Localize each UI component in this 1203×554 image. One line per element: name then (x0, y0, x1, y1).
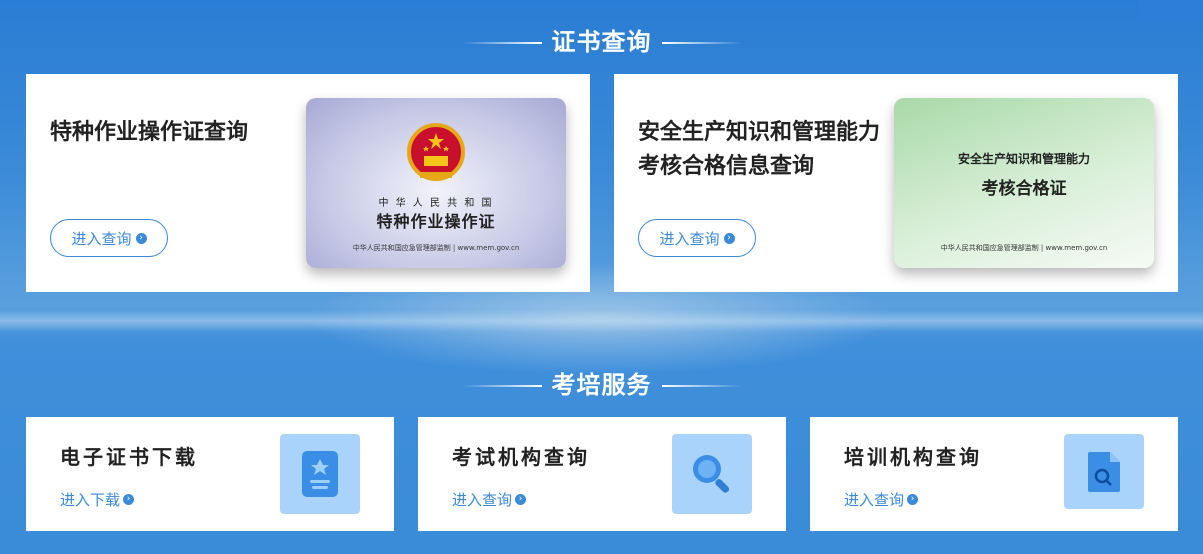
title-divider-right (661, 42, 742, 44)
certificate-image-green: 安全生产知识和管理能力 考核合格证 中华人民共和国应急管理部监制 | www.m… (894, 98, 1154, 268)
button-label: 进入查询 (71, 229, 132, 248)
link-label: 进入下载 (60, 491, 121, 509)
exam-institution-query-card[interactable]: 考试机构查询 进入查询 › (418, 417, 786, 531)
e-certificate-download-card[interactable]: 电子证书下载 进入下载 › (26, 417, 394, 531)
title-divider-left (461, 42, 542, 44)
certificate-footer: 中华人民共和国应急管理部监制 | www.mem.gov.cn (352, 244, 520, 252)
document-search-icon (1064, 434, 1144, 509)
certificate-header: 安全生产知识和管理能力 (957, 152, 1090, 166)
title-divider-left (461, 385, 542, 387)
certificate-header: 中 华 人 民 共 和 国 (378, 198, 494, 209)
card-title-line1: 安全生产知识和管理能力 (638, 120, 881, 145)
arrow-right-icon: › (123, 494, 135, 505)
button-label: 进入查询 (659, 229, 720, 248)
enter-query-link[interactable]: 进入查询 › (452, 489, 527, 510)
arrow-right-icon: › (723, 232, 735, 244)
enter-query-link[interactable]: 进入查询 › (844, 489, 919, 510)
link-label: 进入查询 (844, 491, 905, 509)
training-institution-query-card[interactable]: 培训机构查询 进入查询 › (810, 417, 1178, 531)
section-title-training-service: 考培服务 (0, 365, 1203, 400)
section-title-text: 考培服务 (551, 371, 652, 399)
certificate-name: 特种作业操作证 (376, 212, 496, 231)
link-label: 进入查询 (452, 491, 513, 509)
enter-query-button[interactable]: 进入查询 › (638, 219, 756, 257)
certificate-image-blue: 中 华 人 民 共 和 国 特种作业操作证 中华人民共和国应急管理部监制 | w… (306, 98, 566, 268)
top-corner-tab[interactable] (1138, 0, 1203, 22)
section-title-certificate-query: 证书查询 (0, 22, 1203, 57)
safety-management-certificate-card: 安全生产知识和管理能力 考核合格信息查询 进入查询 › 安全生产知识和管理能力 考… (614, 74, 1178, 292)
service-title: 培训机构查询 (844, 445, 982, 469)
background-band (0, 310, 1203, 332)
service-title: 电子证书下载 (60, 445, 198, 469)
card-title: 安全生产知识和管理能力 考核合格信息查询 (638, 116, 880, 184)
national-emblem-icon (407, 123, 465, 181)
certificate-footer: 中华人民共和国应急管理部监制 | www.mem.gov.cn (940, 244, 1108, 252)
certificate-download-icon (280, 434, 360, 514)
service-title: 考试机构查询 (452, 445, 590, 469)
enter-download-link[interactable]: 进入下载 › (60, 489, 135, 510)
magnifier-icon (672, 434, 752, 514)
enter-query-button[interactable]: 进入查询 › (50, 219, 168, 257)
arrow-right-icon: › (515, 494, 527, 505)
arrow-right-icon: › (135, 232, 147, 244)
certificate-name: 考核合格证 (981, 179, 1067, 199)
section-title-text: 证书查询 (551, 28, 652, 56)
arrow-right-icon: › (907, 494, 919, 505)
card-title-line2: 考核合格信息查询 (638, 154, 815, 179)
card-title: 特种作业操作证查询 (50, 120, 249, 145)
special-operation-certificate-card: 特种作业操作证查询 进入查询 › 中 华 人 民 共 和 国 特种作业操作证 中华… (26, 74, 590, 292)
title-divider-right (661, 385, 742, 387)
